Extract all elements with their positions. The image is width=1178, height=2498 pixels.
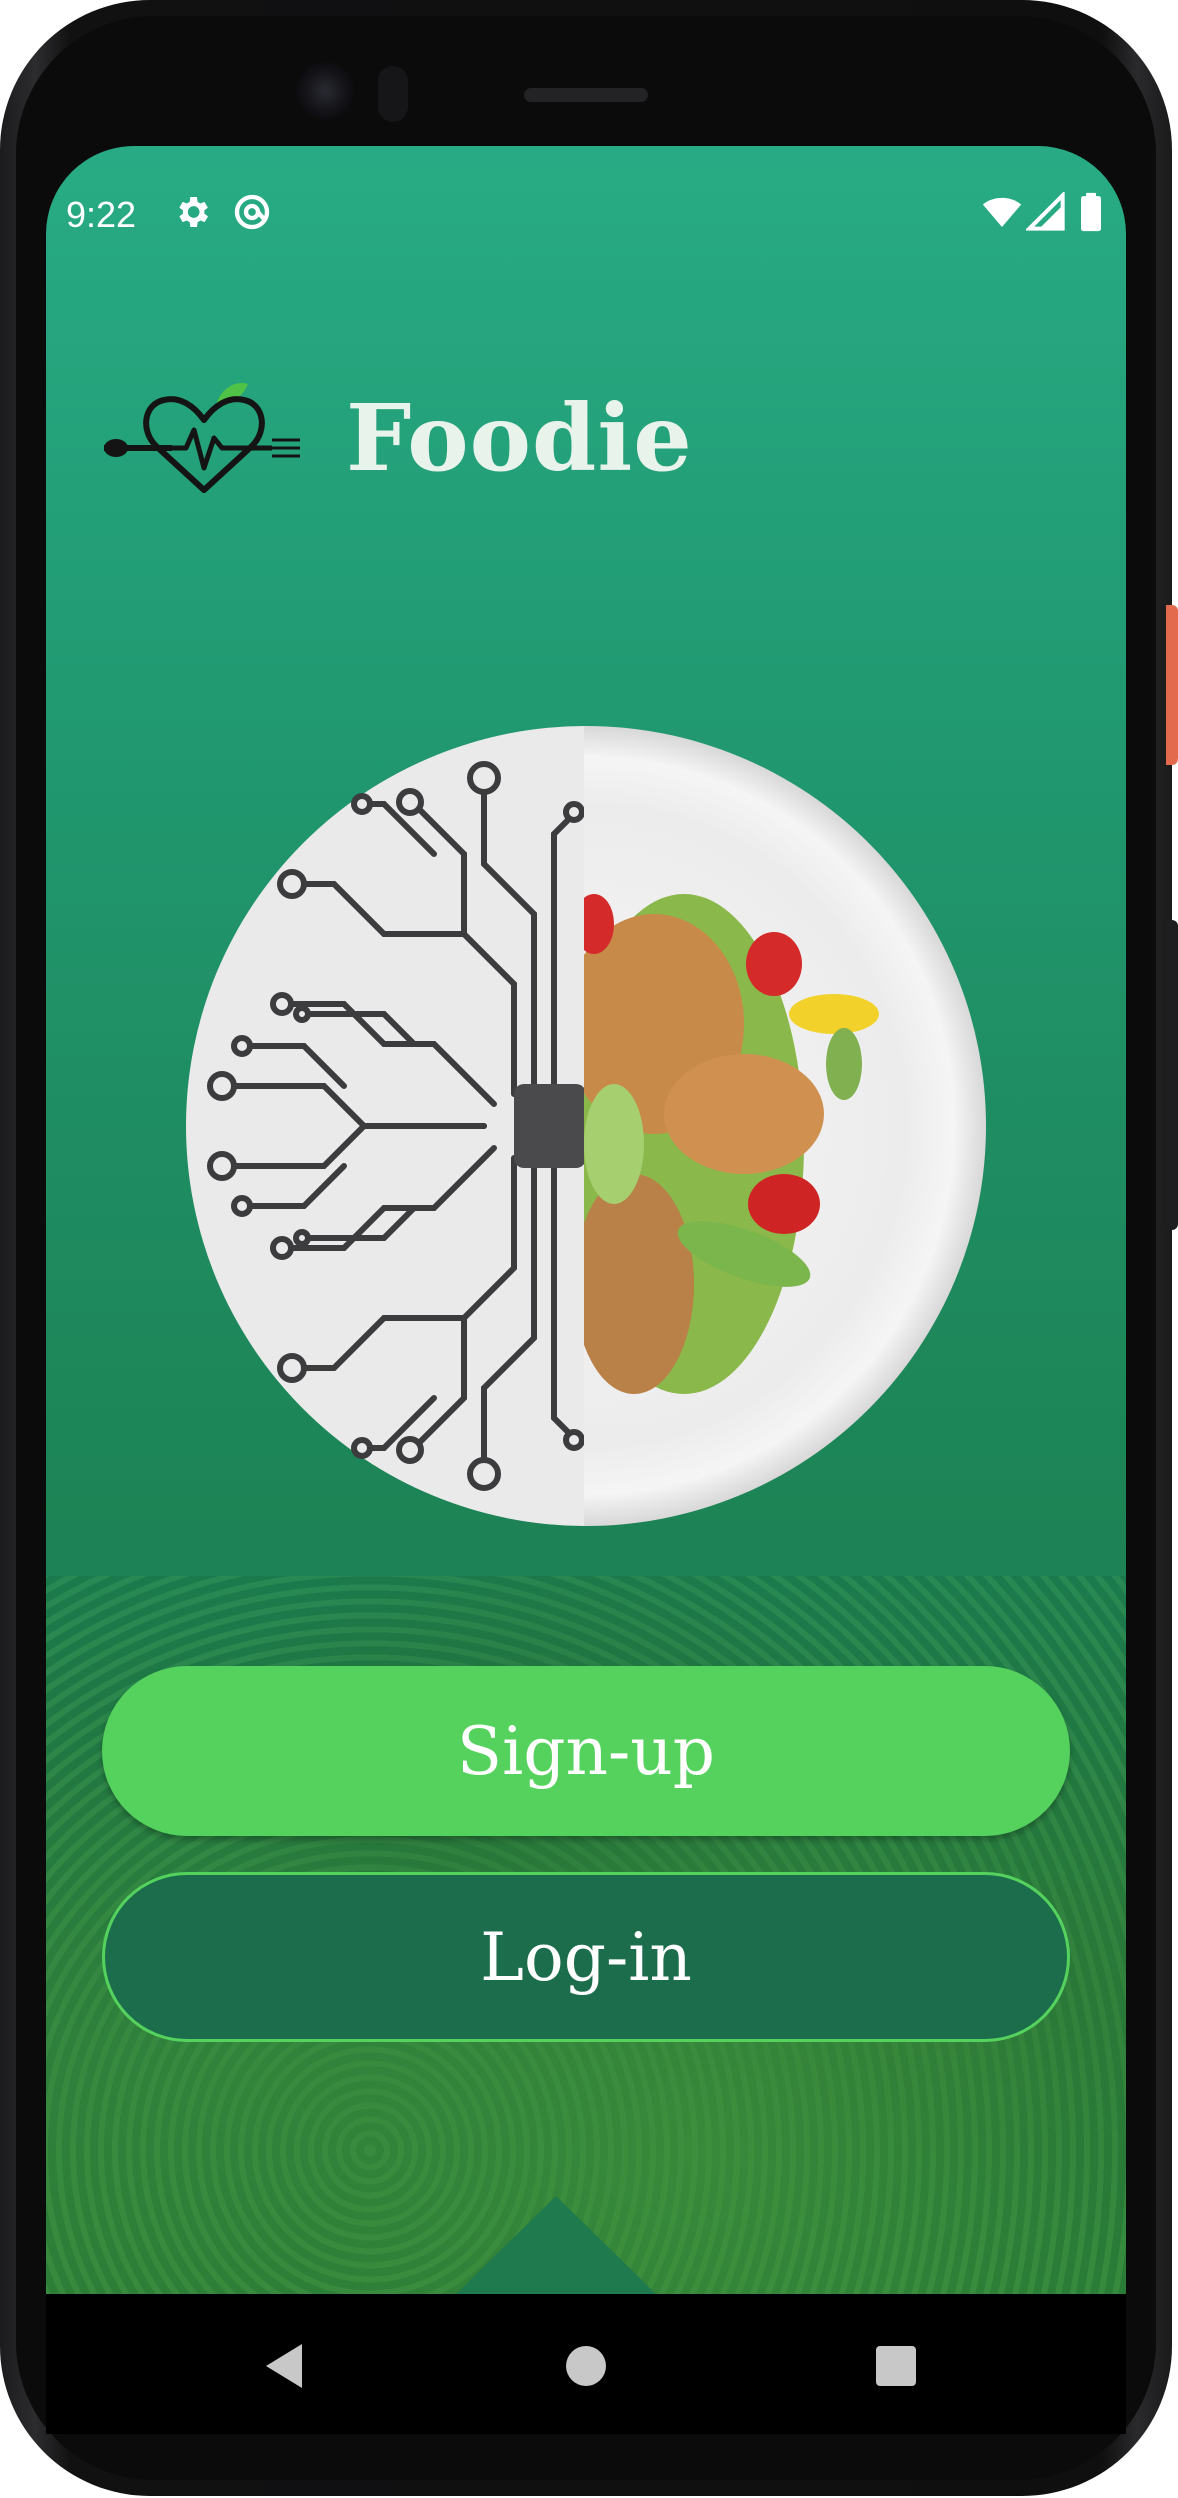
app-title: Foodie — [346, 384, 693, 492]
login-button[interactable]: Log-in — [102, 1872, 1070, 2042]
volume-button — [1166, 920, 1178, 1230]
signup-button[interactable]: Sign-up — [102, 1666, 1070, 1836]
power-button — [1166, 605, 1178, 765]
wifi-icon — [982, 197, 1022, 227]
recents-icon[interactable] — [876, 2346, 916, 2386]
earpiece-speaker — [524, 88, 648, 102]
status-time: 9:22 — [66, 194, 137, 235]
front-camera — [296, 62, 354, 120]
at-sync-icon — [234, 194, 270, 230]
home-icon[interactable] — [566, 2346, 606, 2386]
app-screen: 9:22 Foodie Sign-up Log-in — [46, 146, 1126, 2294]
cell-signal-icon — [1026, 192, 1065, 231]
camera-sensor — [378, 66, 408, 122]
background-triangle-shape — [456, 2196, 656, 2294]
circuit-brain-salad-plate — [186, 726, 986, 1526]
battery-icon — [1081, 192, 1101, 232]
back-icon[interactable] — [254, 2336, 314, 2396]
settings-icon — [179, 197, 208, 227]
status-bar: 9:22 — [46, 146, 1126, 266]
system-nav-bar — [46, 2294, 1126, 2434]
heart-pulse-cutlery-logo — [104, 382, 300, 493]
